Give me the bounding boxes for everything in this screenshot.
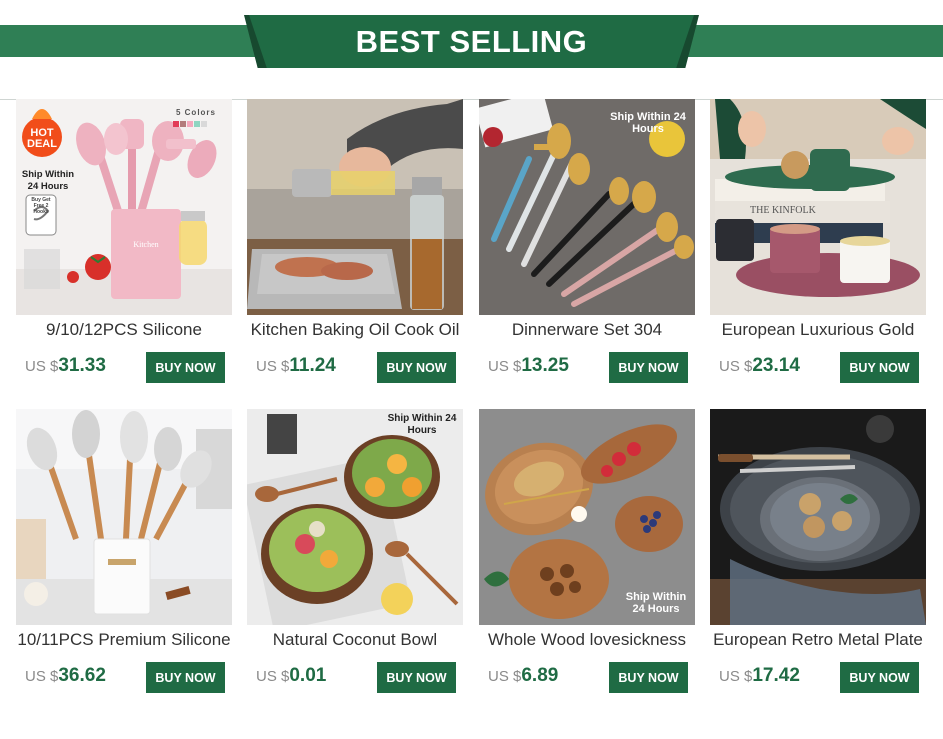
- currency-label: US $: [25, 358, 59, 375]
- product-card[interactable]: Ship Within 24 Hours Whole Wood lovesick…: [479, 409, 695, 709]
- price-value: 6.89: [521, 665, 559, 686]
- product-image-wooden-plates[interactable]: Ship Within 24 Hours: [479, 409, 695, 625]
- price-value: 13.25: [521, 355, 569, 376]
- product-image-white-silicone-utensil-set[interactable]: [16, 409, 232, 625]
- buy-now-button[interactable]: BUY NOW: [146, 662, 225, 693]
- svg-text:Kitchen: Kitchen: [133, 240, 158, 249]
- product-price: US $31.33: [25, 355, 106, 377]
- free-hooks-label: Buy Get Free 2 Hooks: [31, 197, 51, 215]
- product-card[interactable]: THE KINFOLK European Luxurious Gold US $…: [710, 99, 926, 399]
- product-price: US $13.25: [488, 355, 569, 377]
- product-image-pink-silicone-utensil-set[interactable]: Kitchen HOT DEAL Ship Within 24 Hours 5 …: [16, 99, 232, 315]
- best-selling-banner: BEST SELLING: [0, 0, 943, 100]
- currency-label: US $: [488, 358, 522, 375]
- banner-plate: BEST SELLING: [249, 15, 694, 68]
- currency-label: US $: [719, 668, 753, 685]
- product-price: US $11.24: [256, 355, 336, 377]
- product-title[interactable]: Natural Coconut Bowl: [237, 630, 473, 650]
- product-card[interactable]: Kitchen HOT DEAL Ship Within 24 Hours 5 …: [16, 99, 232, 399]
- price-value: 0.01: [289, 665, 327, 686]
- currency-label: US $: [256, 358, 290, 375]
- buy-now-button[interactable]: BUY NOW: [609, 662, 688, 693]
- product-title[interactable]: Whole Wood lovesickness: [469, 630, 705, 650]
- buy-now-button[interactable]: BUY NOW: [377, 662, 456, 693]
- hot-deal-badge: HOT DEAL: [27, 127, 57, 150]
- product-title[interactable]: European Retro Metal Plate: [700, 630, 936, 650]
- ship-within-label: Ship Within 24 Hours: [21, 169, 75, 192]
- product-price: US $0.01: [256, 665, 326, 687]
- product-card[interactable]: 10/11PCS Premium Silicone US $36.62 BUY …: [16, 409, 232, 709]
- product-image-coconut-bowls[interactable]: Ship Within 24 Hours: [247, 409, 463, 625]
- price-value: 36.62: [58, 665, 106, 686]
- price-value: 11.24: [289, 355, 336, 376]
- banner-stripe-right: [683, 25, 943, 57]
- product-card[interactable]: Kitchen Baking Oil Cook Oil US $11.24 BU…: [247, 99, 463, 399]
- price-value: 23.14: [752, 355, 800, 376]
- product-price: US $36.62: [25, 665, 106, 687]
- currency-label: US $: [25, 668, 59, 685]
- price-value: 31.33: [58, 355, 106, 376]
- product-image-ceramic-mug-set[interactable]: THE KINFOLK: [710, 99, 926, 315]
- svg-text:THE KINFOLK: THE KINFOLK: [750, 205, 817, 216]
- product-title[interactable]: Kitchen Baking Oil Cook Oil: [237, 320, 473, 340]
- product-title[interactable]: Dinnerware Set 304: [469, 320, 705, 340]
- buy-now-button[interactable]: BUY NOW: [840, 352, 919, 383]
- banner-title: BEST SELLING: [355, 23, 588, 59]
- product-price: US $23.14: [719, 355, 800, 377]
- product-title[interactable]: 9/10/12PCS Silicone: [6, 320, 242, 340]
- product-title[interactable]: 10/11PCS Premium Silicone: [6, 630, 242, 650]
- product-card[interactable]: Ship Within 24 Hours Dinnerware Set 304 …: [479, 99, 695, 399]
- product-price: US $17.42: [719, 665, 800, 687]
- product-image-oil-sprayer-bottle[interactable]: [247, 99, 463, 315]
- ship-within-label: Ship Within 24 Hours: [387, 413, 457, 436]
- product-card[interactable]: European Retro Metal Plate US $17.42 BUY…: [710, 409, 926, 709]
- buy-now-button[interactable]: BUY NOW: [840, 662, 919, 693]
- product-title[interactable]: European Luxurious Gold: [700, 320, 936, 340]
- product-price: US $6.89: [488, 665, 558, 687]
- product-image-retro-metal-plates[interactable]: [710, 409, 926, 625]
- currency-label: US $: [256, 668, 290, 685]
- buy-now-button[interactable]: BUY NOW: [609, 352, 688, 383]
- buy-now-button[interactable]: BUY NOW: [377, 352, 456, 383]
- colors-label: 5 Colors: [175, 108, 216, 117]
- currency-label: US $: [488, 668, 522, 685]
- product-image-gold-cutlery-set[interactable]: Ship Within 24 Hours: [479, 99, 695, 315]
- product-card[interactable]: Ship Within 24 Hours Natural Coconut Bow…: [247, 409, 463, 709]
- ship-within-label: Ship Within 24 Hours: [625, 591, 687, 615]
- banner-stripe-left: [0, 25, 260, 57]
- currency-label: US $: [719, 358, 753, 375]
- ship-within-label: Ship Within 24 Hours: [610, 111, 686, 135]
- price-value: 17.42: [752, 665, 800, 686]
- buy-now-button[interactable]: BUY NOW: [146, 352, 225, 383]
